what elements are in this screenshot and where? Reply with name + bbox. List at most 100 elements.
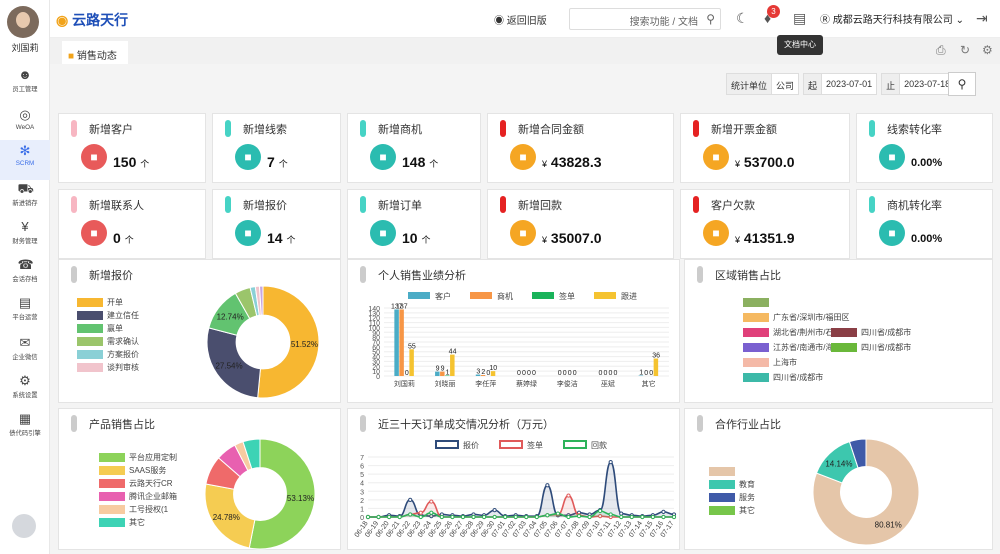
data-point[interactable] (408, 512, 413, 517)
legend-item[interactable]: SAAS服务 (99, 464, 177, 477)
legend-item[interactable]: 上海市 (743, 356, 797, 369)
data-point[interactable] (418, 514, 423, 520)
stat-card[interactable]: 新增开票金额 ■ ¥ 53700.0 (680, 113, 850, 183)
data-point[interactable] (566, 514, 571, 520)
legend-item[interactable]: 开单 (77, 296, 139, 309)
data-point[interactable] (471, 514, 476, 520)
tab-sales-dynamics[interactable]: ■ 销售动态 (62, 41, 128, 64)
stat-card[interactable]: 新增商机 ■ 148 个 (347, 113, 481, 183)
data-point[interactable] (503, 514, 508, 520)
legend-item[interactable]: 四川省/成都市 (831, 341, 911, 354)
stat-card[interactable]: 商机转化率 ■ 0.00% (856, 189, 993, 259)
logout-icon[interactable]: ⇥ (976, 10, 988, 27)
sidebar-item-platform[interactable]: ▤ 平台运营 (0, 292, 50, 332)
stat-card[interactable]: 线索转化率 ■ 0.00% (856, 113, 993, 183)
data-point[interactable] (671, 514, 677, 520)
data-point[interactable] (608, 460, 613, 465)
search-input[interactable]: 搜索功能 / 文档 ⚲ (569, 8, 721, 30)
sidebar-item-staff[interactable]: ☻ 员工管理 (0, 64, 50, 104)
start-date-input[interactable]: 2023-07-01 (821, 73, 878, 95)
sidebar-item-weoa[interactable]: ◎ WeOA (0, 104, 50, 144)
settings-icon[interactable]: ⚙ (982, 43, 993, 57)
legend-item[interactable]: 四川省/成都市 (831, 326, 911, 339)
logo[interactable]: ◉ 云路天行 (56, 10, 128, 30)
legend-item[interactable]: 赢单 (77, 322, 139, 335)
legend-item[interactable]: 谈判审核 (77, 361, 139, 374)
legend-item[interactable]: 建立信任 (77, 309, 139, 322)
bar[interactable] (409, 349, 414, 376)
data-point[interactable] (397, 514, 402, 520)
data-point[interactable] (661, 509, 666, 514)
legend-item[interactable]: 需求确认 (77, 335, 139, 348)
bar[interactable] (394, 309, 399, 376)
data-point[interactable] (555, 511, 561, 516)
stat-card[interactable]: 新增报价 ■ 14 个 (212, 189, 341, 259)
data-point[interactable] (650, 514, 655, 520)
unit-select[interactable]: 公司 (771, 73, 800, 95)
data-point[interactable] (608, 512, 613, 517)
stat-card[interactable]: 新增合同金额 ■ ¥ 43828.3 (487, 113, 674, 183)
bar[interactable] (653, 358, 659, 376)
data-point[interactable] (576, 514, 582, 519)
data-point[interactable] (513, 514, 518, 520)
sidebar-item-archive[interactable]: ☎ 会话存档 (0, 254, 50, 294)
data-point[interactable] (460, 514, 466, 520)
data-point[interactable] (545, 483, 550, 488)
data-point[interactable] (492, 508, 497, 513)
stat-card[interactable]: 新增客户 ■ 150 个 (58, 113, 206, 183)
data-point[interactable] (387, 514, 392, 520)
data-point[interactable] (439, 514, 444, 520)
legend-item[interactable] (709, 465, 755, 478)
data-point[interactable] (492, 514, 497, 520)
data-point[interactable] (661, 514, 666, 520)
legend-item[interactable]: 工号授权(1 (99, 503, 177, 516)
data-point[interactable] (629, 514, 634, 520)
data-point[interactable] (524, 514, 529, 520)
legend-item[interactable]: 四川省/成都市 (743, 371, 823, 384)
legend-item[interactable]: 其它 (709, 504, 755, 517)
data-point[interactable] (481, 514, 487, 520)
sidebar-item-inventory[interactable]: ⛟ 新进销存 (0, 178, 50, 218)
end-date-input[interactable]: 2023-07-18 (899, 73, 956, 95)
sidebar-item-scrm[interactable]: ✻ SCRM (0, 140, 50, 180)
data-point[interactable] (545, 513, 550, 518)
bar[interactable] (399, 309, 404, 376)
data-point[interactable] (534, 514, 539, 520)
legend-item[interactable]: 腾讯企业邮箱 (99, 490, 177, 503)
data-point[interactable] (587, 514, 592, 520)
data-point[interactable] (418, 510, 423, 515)
search-icon[interactable]: ⚲ (706, 12, 715, 26)
sidebar-item-finance[interactable]: ¥ 财务管理 (0, 216, 50, 256)
stat-card[interactable]: 新增联系人 ■ 0 个 (58, 189, 206, 259)
stat-card[interactable]: 新增线索 ■ 7 个 (212, 113, 341, 183)
legend-item[interactable]: 教育 (709, 478, 755, 491)
data-point[interactable] (566, 493, 571, 498)
legend-item[interactable]: 方案报价 (77, 348, 139, 361)
legend-item[interactable]: 其它 (99, 516, 177, 529)
legend-item[interactable]: 服务 (709, 491, 755, 504)
data-point[interactable] (619, 511, 624, 516)
data-point[interactable] (450, 514, 455, 520)
legend-item[interactable]: 云路天行CR (99, 477, 177, 490)
legend-item[interactable]: 平台应用定制 (99, 451, 177, 464)
dark-mode-icon[interactable]: ☾ (736, 10, 749, 27)
data-point[interactable] (640, 514, 645, 520)
print-icon[interactable]: ⎙ (936, 43, 946, 58)
stat-card[interactable]: 客户欠款 ■ ¥ 41351.9 (680, 189, 850, 259)
data-point[interactable] (429, 499, 434, 504)
stat-card[interactable]: 新增订单 ■ 10 个 (347, 189, 481, 259)
refresh-icon[interactable]: ↻ (960, 43, 970, 57)
legend-item[interactable]: 广东省/深圳市/福田区 (743, 311, 849, 324)
sidebar-item-wecom[interactable]: ✉ 企业微信 (0, 332, 50, 372)
data-point[interactable] (365, 514, 371, 520)
sidebar-item-code[interactable]: ▦ 债代码引擎 (0, 408, 50, 448)
company-selector[interactable]: Ⓡ 成都云路天行科技有限公司 ⌄ (820, 11, 964, 26)
sidebar-item-settings[interactable]: ⚙ 系统设置 (0, 370, 50, 410)
data-point[interactable] (598, 508, 603, 514)
data-point[interactable] (429, 510, 434, 515)
stat-card[interactable]: 新增回款 ■ ¥ 35007.0 (487, 189, 674, 259)
avatar[interactable] (7, 6, 39, 38)
data-point[interactable] (619, 514, 624, 520)
data-point[interactable] (376, 514, 381, 520)
data-point[interactable] (408, 497, 413, 502)
